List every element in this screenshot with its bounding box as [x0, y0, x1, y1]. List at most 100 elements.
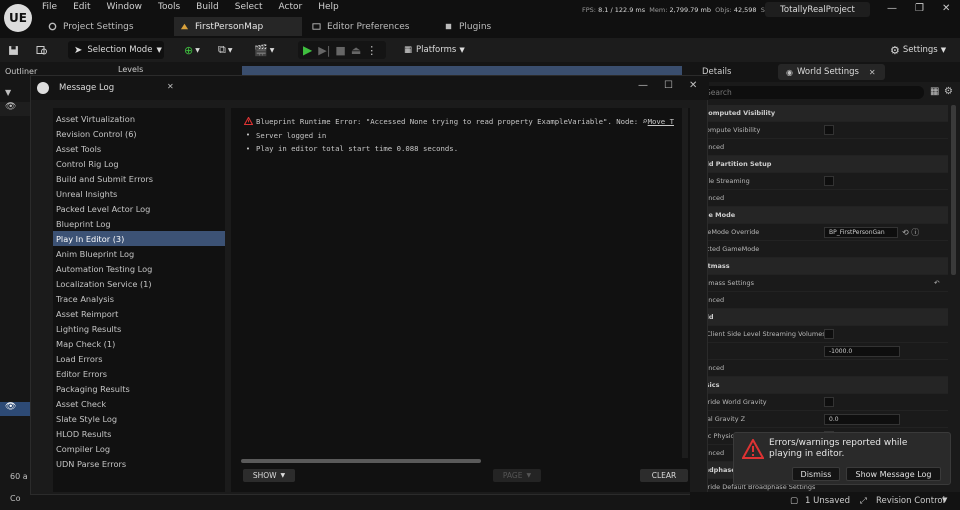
gear-icon[interactable]: ⚙	[944, 86, 953, 97]
reset-icon[interactable]: ↶	[934, 279, 939, 287]
selection-mode-dropdown[interactable]: ➤ Selection Mode ▼	[68, 41, 164, 59]
log-category-item[interactable]: Map Check (1)	[53, 336, 225, 351]
menu-help[interactable]: Help	[318, 2, 339, 14]
settings-dropdown[interactable]: ⚙ Settings ▼	[890, 41, 954, 59]
show-message-log-button[interactable]: Show Message Log	[846, 467, 941, 481]
log-category-item[interactable]: Trace Analysis	[53, 291, 225, 306]
scrollbar[interactable]	[951, 105, 956, 275]
log-category-item[interactable]: Anim Blueprint Log	[53, 246, 225, 261]
tab-editor-preferences[interactable]: Editor Preferences	[306, 17, 434, 36]
log-message[interactable]: • Server logged in	[241, 129, 690, 143]
number-field[interactable]: 0.0	[824, 413, 900, 425]
add-actor-button[interactable]: ⊕ ▼	[184, 41, 210, 59]
filter-icon[interactable]: ▼	[5, 88, 11, 97]
log-category-item[interactable]: UDN Parse Errors	[53, 456, 225, 471]
show-filter-button[interactable]: SHOW ▼	[243, 469, 295, 482]
menu-actor[interactable]: Actor	[279, 2, 303, 14]
menu-file[interactable]: File	[42, 2, 57, 14]
property-row[interactable]: Precompute Visibility	[690, 122, 948, 139]
log-category-item[interactable]: Build and Submit Errors	[53, 171, 225, 186]
search-input[interactable]: Search	[694, 86, 924, 99]
log-category-item[interactable]: Play In Editor (3)	[53, 231, 225, 246]
log-category-item[interactable]: Control Rig Log	[53, 156, 225, 171]
log-category-item[interactable]: Asset Reimport	[53, 306, 225, 321]
maximize-button[interactable]: ☐	[664, 80, 673, 91]
vertical-scrollbar[interactable]	[682, 108, 688, 458]
close-tab-icon[interactable]: ✕	[167, 82, 174, 91]
play-icon[interactable]: ▶	[303, 43, 312, 57]
tab-firstpersonmap[interactable]: FirstPersonMap	[174, 17, 302, 36]
restore-button[interactable]: ❐	[915, 3, 924, 14]
tab-project-settings[interactable]: Project Settings	[42, 17, 170, 36]
page-dropdown[interactable]: PAGE ▼	[493, 469, 541, 482]
stop-icon[interactable]: ■	[335, 44, 345, 57]
log-category-item[interactable]: Automation Testing Log	[53, 261, 225, 276]
unsaved-count[interactable]: 1 Unsaved	[805, 496, 850, 506]
platforms-dropdown[interactable]: ▦ Platforms ▼	[404, 41, 472, 59]
minimize-button[interactable]: —	[887, 3, 897, 14]
log-category-item[interactable]: Blueprint Log	[53, 216, 225, 231]
close-window-button[interactable]: ✕	[942, 3, 950, 14]
save-icon[interactable]	[8, 41, 24, 59]
menu-window[interactable]: Window	[107, 2, 143, 14]
property-row[interactable]: Override World Gravity	[690, 394, 948, 411]
revision-control[interactable]: Revision Control	[876, 496, 945, 506]
log-category-item[interactable]: Lighting Results	[53, 321, 225, 336]
log-category-item[interactable]: Editor Errors	[53, 366, 225, 381]
menu-select[interactable]: Select	[235, 2, 263, 14]
property-row[interactable]: Advanced	[690, 190, 948, 207]
property-row[interactable]: Advanced	[690, 292, 948, 309]
log-category-item[interactable]: Revision Control (6)	[53, 126, 225, 141]
checkbox[interactable]	[824, 176, 834, 186]
log-category-item[interactable]: Localization Service (1)	[53, 276, 225, 291]
levels-tab[interactable]: Levels	[118, 65, 143, 74]
cinematics-button[interactable]: 🎬 ▼	[254, 41, 280, 59]
log-category-item[interactable]: Slate Style Log	[53, 411, 225, 426]
eye-icon[interactable]: 👁	[5, 402, 16, 412]
log-category-item[interactable]: Asset Tools	[53, 141, 225, 156]
property-row[interactable]: Advanced	[690, 360, 948, 377]
property-section[interactable]: World Partition Setup	[690, 156, 948, 173]
unreal-logo-icon[interactable]: UE	[4, 4, 32, 32]
property-row[interactable]: Kill Z-1000.0	[690, 343, 948, 360]
property-row[interactable]: Selected GameMode	[690, 241, 948, 258]
log-message[interactable]: • Play in editor total start time 0.088 s…	[241, 142, 690, 156]
world-settings-tab[interactable]: ◉ World Settings ✕	[778, 64, 885, 80]
outliner-row[interactable]: 👁	[0, 102, 30, 116]
grid-view-icon[interactable]: ▦	[930, 86, 939, 97]
menu-tools[interactable]: Tools	[158, 2, 180, 14]
content-drawer[interactable]: Co	[10, 494, 20, 503]
close-icon[interactable]: ✕	[869, 68, 876, 77]
content-browser-icon[interactable]	[36, 41, 52, 59]
log-category-item[interactable]: Compiler Log	[53, 441, 225, 456]
log-category-item[interactable]: Unreal Insights	[53, 186, 225, 201]
clear-button[interactable]: CLEAR	[640, 469, 688, 482]
gamemode-select[interactable]: BP_FirstPersonGan	[824, 226, 898, 238]
horizontal-scrollbar[interactable]	[241, 459, 481, 463]
log-category-item[interactable]: Packaging Results	[53, 381, 225, 396]
log-category-item[interactable]: Packed Level Actor Log	[53, 201, 225, 216]
menu-edit[interactable]: Edit	[73, 2, 90, 14]
property-row[interactable]: GameMode Override BP_FirstPersonGan ⟲ ⓘ	[690, 224, 948, 241]
log-category-item[interactable]: Load Errors	[53, 351, 225, 366]
minimize-button[interactable]: —	[638, 80, 648, 91]
property-section[interactable]: Physics	[690, 377, 948, 394]
browse-icon[interactable]: ⟲ ⓘ	[902, 227, 919, 238]
log-message[interactable]: Blueprint Runtime Error: "Accessed None …	[241, 115, 690, 129]
close-dialog-button[interactable]: ✕	[689, 80, 697, 91]
node-link[interactable]: Move T	[648, 117, 674, 126]
dismiss-button[interactable]: Dismiss	[792, 467, 840, 481]
property-row[interactable]: Global Gravity Z 0.0	[690, 411, 948, 428]
checkbox[interactable]	[824, 329, 834, 339]
menu-build[interactable]: Build	[196, 2, 219, 14]
tab-plugins[interactable]: Plugins	[438, 17, 566, 36]
log-category-item[interactable]: Asset Check	[53, 396, 225, 411]
checkbox[interactable]	[824, 397, 834, 407]
property-row[interactable]: Advanced	[690, 139, 948, 156]
checkbox[interactable]	[824, 125, 834, 135]
log-category-item[interactable]: Asset Virtualization	[53, 111, 225, 126]
blueprints-button[interactable]: ⧉ ▼	[218, 41, 244, 59]
eye-icon[interactable]: 👁	[5, 102, 16, 112]
property-row[interactable]: Enable Streaming	[690, 173, 948, 190]
property-section[interactable]: World	[690, 309, 948, 326]
